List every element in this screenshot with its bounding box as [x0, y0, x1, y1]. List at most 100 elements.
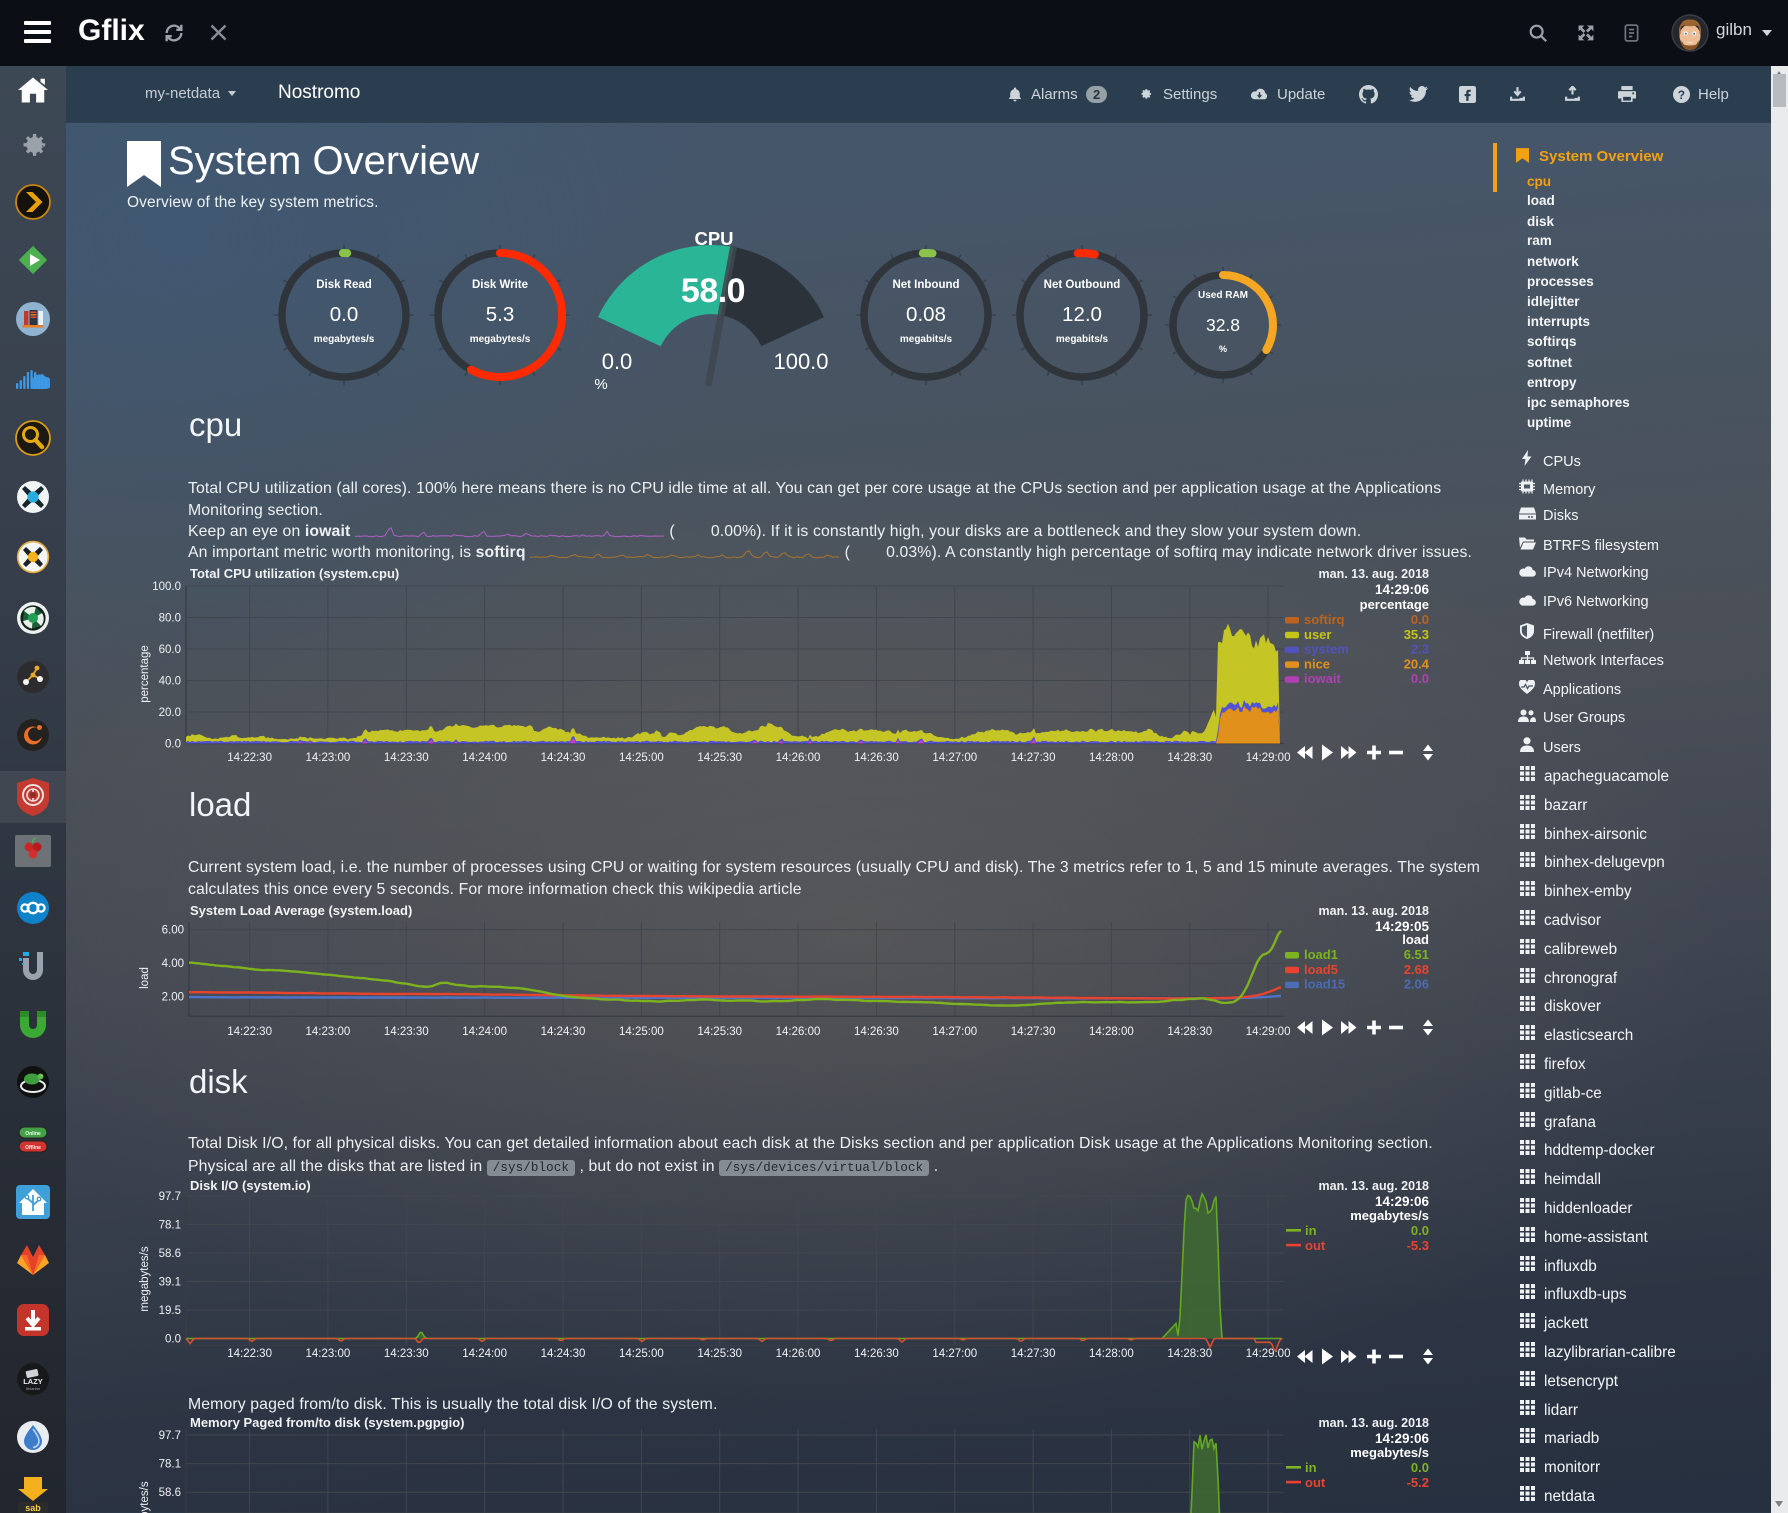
svg-text:14:27:30: 14:27:30 [1011, 752, 1056, 764]
svg-text:load15: load15 [1304, 977, 1345, 992]
svg-text:14:25:30: 14:25:30 [697, 752, 742, 764]
svg-text:System Load Average (system.lo: System Load Average (system.load) [190, 903, 412, 918]
svg-text:14:23:30: 14:23:30 [384, 1026, 429, 1038]
svg-text:14:26:30: 14:26:30 [854, 1026, 899, 1038]
svg-text:14:29:06: 14:29:06 [1375, 1431, 1430, 1446]
svg-text:0.0: 0.0 [1411, 1223, 1429, 1238]
svg-text:0.0: 0.0 [165, 1334, 181, 1346]
svg-text:Net Inbound: Net Inbound [892, 279, 959, 291]
svg-text:megabytes/s: megabytes/s [139, 1481, 151, 1513]
svg-text:12.0: 12.0 [1062, 303, 1102, 326]
svg-text:97.7: 97.7 [159, 1430, 181, 1442]
svg-text:2.06: 2.06 [1404, 977, 1429, 992]
svg-text:14:26:00: 14:26:00 [776, 1348, 821, 1360]
svg-text:in: in [1305, 1223, 1317, 1238]
svg-text:14:22:30: 14:22:30 [227, 1348, 272, 1360]
svg-text:14:25:30: 14:25:30 [697, 1348, 742, 1360]
svg-text:out: out [1305, 1475, 1326, 1490]
svg-text:load: load [1402, 932, 1429, 947]
svg-text:Offline: Offline [25, 1145, 41, 1151]
svg-text:0.0: 0.0 [1411, 1460, 1429, 1475]
svg-text:80.0: 80.0 [159, 613, 181, 625]
svg-text:14:26:00: 14:26:00 [776, 1026, 821, 1038]
svg-text:100.0: 100.0 [773, 349, 828, 374]
svg-text:Disk I/O (system.io): Disk I/O (system.io) [190, 1178, 311, 1193]
svg-text:14:25:00: 14:25:00 [619, 752, 664, 764]
svg-text:14:24:30: 14:24:30 [541, 752, 586, 764]
svg-text:14:28:00: 14:28:00 [1089, 752, 1134, 764]
svg-text:%: % [594, 376, 607, 393]
svg-text:librarian: librarian [26, 1386, 41, 1391]
svg-text:14:24:00: 14:24:00 [462, 752, 507, 764]
svg-text:Used RAM: Used RAM [1198, 290, 1248, 301]
svg-text:14:24:00: 14:24:00 [462, 1348, 507, 1360]
svg-text:Memory Paged from/to disk (sys: Memory Paged from/to disk (system.pgpgio… [190, 1415, 465, 1430]
svg-text:20.4: 20.4 [1404, 656, 1430, 671]
svg-text:0.0: 0.0 [602, 349, 633, 374]
svg-text:14:24:30: 14:24:30 [541, 1026, 586, 1038]
svg-text:14:25:00: 14:25:00 [619, 1026, 664, 1038]
svg-text:nice: nice [1304, 656, 1330, 671]
svg-text:58.0: 58.0 [681, 272, 745, 310]
svg-text:14:23:00: 14:23:00 [306, 1348, 351, 1360]
svg-text:megabytes/s: megabytes/s [139, 1246, 151, 1311]
svg-text:58.6: 58.6 [159, 1248, 181, 1260]
svg-text:14:23:30: 14:23:30 [384, 752, 429, 764]
svg-text:percentage: percentage [139, 645, 151, 703]
svg-text:man. 13. aug. 2018: man. 13. aug. 2018 [1319, 904, 1430, 918]
svg-text:14:27:00: 14:27:00 [932, 1026, 977, 1038]
svg-text:sab: sab [25, 1503, 41, 1513]
svg-text:6.51: 6.51 [1404, 947, 1429, 962]
svg-text:14:29:00: 14:29:00 [1246, 752, 1291, 764]
svg-text:0.08: 0.08 [906, 303, 946, 326]
svg-text:78.1: 78.1 [159, 1459, 181, 1471]
svg-text:megabytes/s: megabytes/s [1350, 1208, 1429, 1223]
svg-text:40.0: 40.0 [159, 676, 181, 688]
svg-text:39.1: 39.1 [159, 1277, 181, 1289]
svg-text:19.5: 19.5 [159, 1305, 181, 1317]
svg-text:2.68: 2.68 [1404, 962, 1429, 977]
svg-text:man. 13. aug. 2018: man. 13. aug. 2018 [1319, 1416, 1430, 1430]
svg-text:user: user [1304, 627, 1331, 642]
svg-text:14:28:30: 14:28:30 [1167, 1348, 1212, 1360]
svg-text:out: out [1305, 1238, 1326, 1253]
svg-text:20.0: 20.0 [159, 707, 181, 719]
svg-text:14:28:00: 14:28:00 [1089, 1026, 1134, 1038]
svg-text:14:24:00: 14:24:00 [462, 1026, 507, 1038]
svg-text:14:22:30: 14:22:30 [227, 1026, 272, 1038]
svg-text:14:27:00: 14:27:00 [932, 1348, 977, 1360]
svg-text:in: in [1305, 1460, 1317, 1475]
svg-text:14:26:30: 14:26:30 [854, 1348, 899, 1360]
svg-text:14:27:30: 14:27:30 [1011, 1348, 1056, 1360]
svg-text:load5: load5 [1304, 962, 1338, 977]
svg-text:?: ? [1678, 88, 1685, 101]
svg-text:14:29:00: 14:29:00 [1246, 1026, 1291, 1038]
svg-text:percentage: percentage [1360, 597, 1429, 612]
svg-text:14:25:30: 14:25:30 [697, 1026, 742, 1038]
svg-text:14:29:06: 14:29:06 [1375, 582, 1430, 597]
svg-text:0.0: 0.0 [330, 303, 359, 326]
svg-text:softirq: softirq [1304, 612, 1345, 627]
svg-text:14:28:30: 14:28:30 [1167, 1026, 1212, 1038]
svg-text:load1: load1 [1304, 947, 1338, 962]
svg-text:megabits/s: megabits/s [1056, 334, 1109, 345]
svg-text:megabytes/s: megabytes/s [1350, 1445, 1429, 1460]
svg-text:14:28:00: 14:28:00 [1089, 1348, 1134, 1360]
svg-text:58.6: 58.6 [159, 1487, 181, 1499]
svg-text:Total CPU utilization (system.: Total CPU utilization (system.cpu) [190, 566, 399, 581]
svg-text:-5.2: -5.2 [1407, 1475, 1429, 1490]
svg-text:78.1: 78.1 [159, 1220, 181, 1232]
svg-text:97.7: 97.7 [159, 1191, 181, 1203]
svg-text:32.8: 32.8 [1206, 315, 1240, 335]
svg-text:iowait: iowait [1304, 671, 1342, 686]
svg-text:megabytes/s: megabytes/s [470, 334, 531, 345]
svg-text:5.3: 5.3 [486, 303, 515, 326]
svg-text:load: load [139, 967, 151, 989]
svg-text:14:23:00: 14:23:00 [306, 1026, 351, 1038]
svg-text:14:26:00: 14:26:00 [776, 752, 821, 764]
svg-text:Disk Write: Disk Write [472, 279, 528, 291]
svg-text:megabits/s: megabits/s [900, 334, 953, 345]
svg-text:14:29:06: 14:29:06 [1375, 1194, 1430, 1209]
svg-text:Disk Read: Disk Read [316, 279, 372, 291]
svg-text:-5.3: -5.3 [1407, 1238, 1429, 1253]
